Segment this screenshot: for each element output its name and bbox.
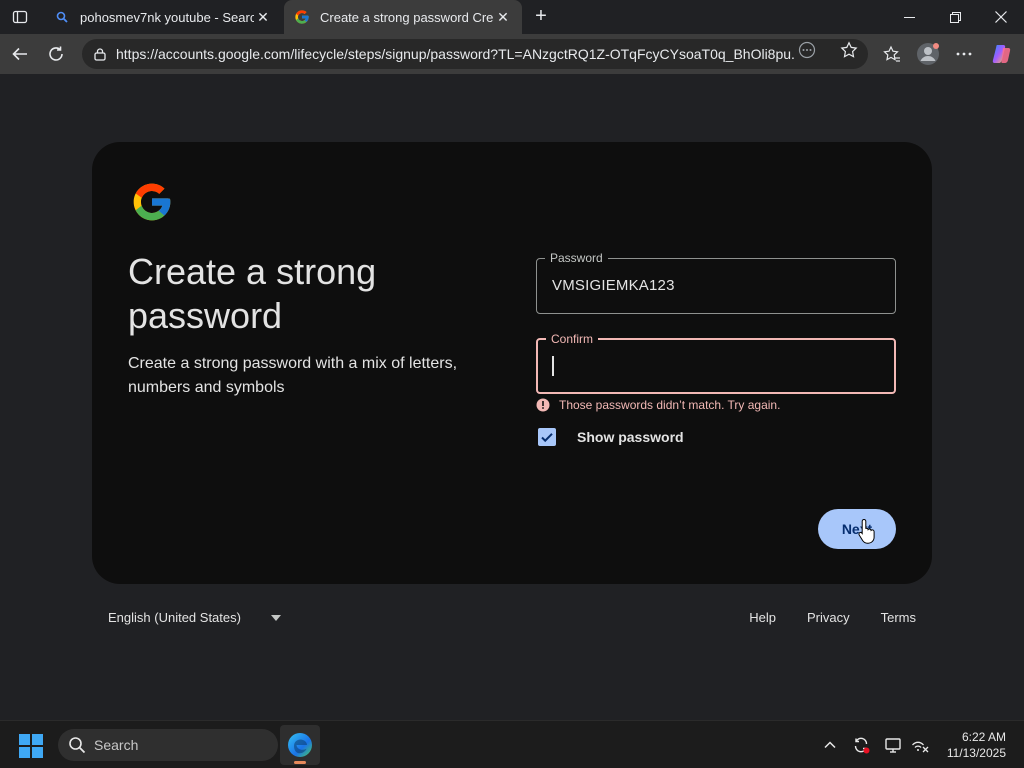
page-content: Create a strong password Create a strong… [4, 74, 1020, 716]
tab-create-password[interactable]: Create a strong password Create a ✕ [284, 0, 522, 34]
chevron-down-icon [270, 614, 281, 621]
favorite-star-icon[interactable] [840, 41, 858, 59]
confirm-input[interactable] [552, 354, 882, 380]
confirm-field[interactable]: Confirm [536, 331, 896, 394]
close-window-icon[interactable] [978, 0, 1024, 34]
chevron-up-icon[interactable] [820, 735, 840, 755]
favorites-icon[interactable] [880, 42, 904, 66]
browser-toolbar: https://accounts.google.com/lifecycle/st… [0, 34, 1024, 74]
hand-cursor-icon [858, 518, 875, 544]
settings-more-icon[interactable] [952, 42, 976, 66]
error-text: Those passwords didn’t match. Try again. [559, 398, 781, 412]
help-link[interactable]: Help [749, 610, 776, 625]
network-muted-icon[interactable] [910, 735, 930, 755]
terms-link[interactable]: Terms [881, 610, 916, 625]
footer-links: Help Privacy Terms [749, 610, 916, 625]
back-arrow-icon[interactable] [8, 42, 32, 66]
show-password-label[interactable]: Show password [577, 429, 684, 445]
tab-bar: pohosmev7nk youtube - Search ✕ Create a … [0, 0, 1024, 34]
windows-start-icon[interactable] [18, 733, 44, 759]
language-selector[interactable]: English (United States) [108, 610, 281, 625]
tab-label: Create a strong password Create a [320, 9, 494, 25]
edge-taskbar-app[interactable] [280, 725, 320, 765]
edge-icon [288, 733, 312, 757]
page-subtitle: Create a strong password with a mix of l… [128, 355, 458, 396]
search-icon [54, 9, 70, 25]
minimize-icon[interactable] [886, 0, 932, 34]
address-bar[interactable]: https://accounts.google.com/lifecycle/st… [82, 39, 868, 69]
tab-label: pohosmev7nk youtube - Search [80, 9, 254, 25]
confirm-label: Confirm [546, 331, 599, 347]
restore-icon[interactable] [932, 0, 978, 34]
tab-search[interactable]: pohosmev7nk youtube - Search ✕ [44, 0, 282, 34]
copilot-icon[interactable] [990, 42, 1014, 66]
site-info-icon[interactable] [92, 46, 108, 62]
show-password-checkbox[interactable] [538, 428, 556, 446]
google-logo-icon [130, 180, 174, 224]
windows-taskbar: Search 6:22 AM 11/13/2025 [0, 720, 1024, 768]
error-message: Those passwords didn’t match. Try again. [536, 398, 780, 412]
taskbar-clock[interactable]: 6:22 AM 11/13/2025 [947, 729, 1006, 761]
checkmark-icon [541, 433, 553, 443]
url-text: https://accounts.google.com/lifecycle/st… [116, 46, 796, 62]
new-tab-icon[interactable]: + [530, 5, 552, 27]
password-label: Password [545, 250, 608, 266]
close-tab-icon[interactable]: ✕ [254, 8, 272, 26]
tab-actions-icon[interactable] [8, 6, 32, 28]
text-caret [552, 356, 554, 376]
display-icon[interactable] [883, 735, 903, 755]
language-label: English (United States) [108, 610, 241, 625]
taskbar-search[interactable]: Search [58, 729, 278, 761]
profile-avatar-icon[interactable] [916, 42, 940, 66]
page-title: Create a strong password [128, 251, 377, 336]
clock-date: 11/13/2025 [946, 746, 1006, 760]
refresh-icon[interactable] [44, 42, 68, 66]
password-field[interactable]: Password VMSIGIEMKA123 [536, 250, 896, 314]
close-tab-icon[interactable]: ✕ [494, 8, 512, 26]
page-footer: English (United States) Help Privacy Ter… [92, 608, 932, 632]
next-button[interactable]: Next [818, 509, 896, 549]
password-value[interactable]: VMSIGIEMKA123 [552, 277, 675, 294]
active-app-indicator [294, 761, 306, 764]
error-icon [536, 398, 550, 412]
search-icon [69, 737, 86, 754]
clock-time: 6:22 AM [961, 730, 1006, 744]
privacy-link[interactable]: Privacy [807, 610, 850, 625]
sync-icon[interactable] [851, 735, 871, 755]
more-options-circle-icon[interactable] [798, 41, 816, 59]
show-password-row[interactable]: Show password [538, 428, 684, 446]
google-favicon-icon [294, 9, 310, 25]
taskbar-search-label: Search [94, 737, 139, 753]
signup-card: Create a strong password Create a strong… [92, 142, 932, 584]
